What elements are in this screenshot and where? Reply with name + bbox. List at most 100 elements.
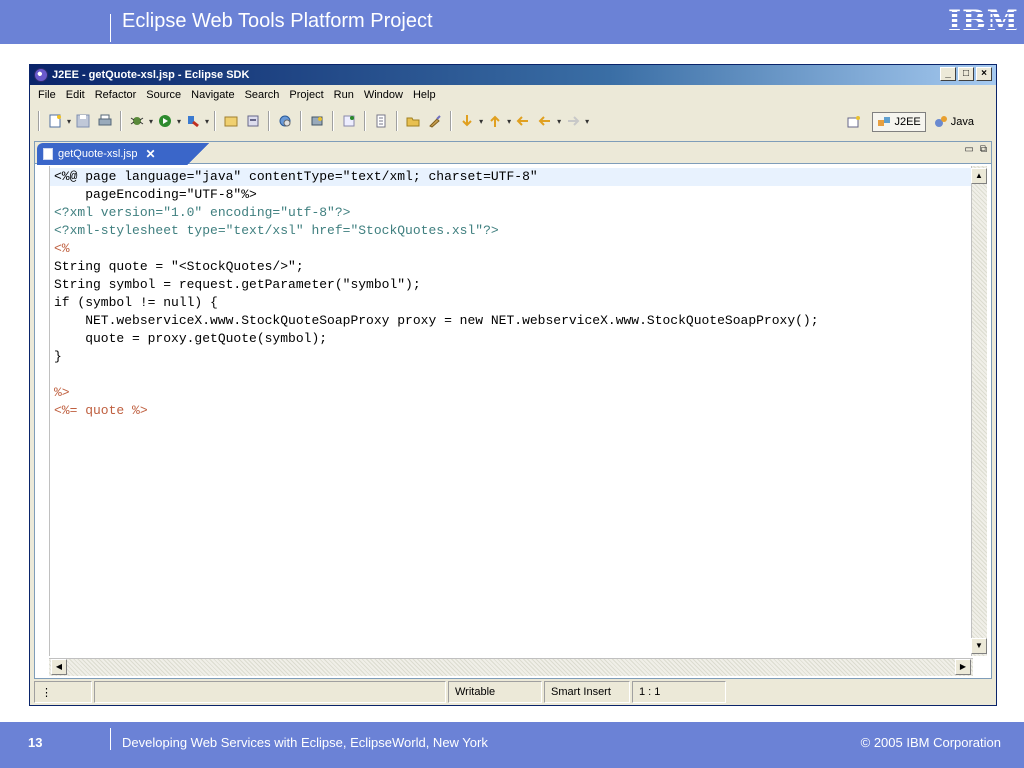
print-icon[interactable] <box>97 113 113 129</box>
previous-annotation-dropdown-icon[interactable]: ▾ <box>507 117 511 126</box>
back-icon[interactable] <box>537 113 553 129</box>
new-icon[interactable] <box>47 113 63 129</box>
scroll-left-button[interactable]: ◀ <box>51 659 67 675</box>
status-writable: Writable <box>448 681 542 703</box>
open-type-icon[interactable] <box>373 113 389 129</box>
status-spacer <box>728 681 988 703</box>
debug-icon[interactable] <box>129 113 145 129</box>
new-class-icon[interactable] <box>341 113 357 129</box>
scroll-up-button[interactable]: ▲ <box>971 168 987 184</box>
code-line-11: } <box>54 349 62 364</box>
maximize-button[interactable]: □ <box>958 67 974 81</box>
close-button[interactable]: × <box>976 67 992 81</box>
menu-run[interactable]: Run <box>330 87 360 105</box>
editor-tab-getquote[interactable]: getQuote-xsl.jsp ✕ <box>37 143 187 165</box>
vertical-scrollbar[interactable]: ▲ ▼ <box>971 166 987 656</box>
status-fast-view[interactable]: ⋮ <box>34 681 92 703</box>
slide-footer: 13 Developing Web Services with Eclipse,… <box>0 722 1024 768</box>
new-module-icon[interactable] <box>245 113 261 129</box>
status-message <box>94 681 446 703</box>
minimize-view-icon[interactable]: ▭ <box>964 144 973 155</box>
forward-icon[interactable] <box>565 113 581 129</box>
minimize-button[interactable]: _ <box>940 67 956 81</box>
code-line-13: %> <box>54 385 70 400</box>
web-service-icon[interactable] <box>277 113 293 129</box>
code-line-8: if (symbol != null) { <box>54 295 218 310</box>
window-titlebar[interactable]: J2EE - getQuote-xsl.jsp - Eclipse SDK _ … <box>30 65 996 85</box>
menu-search[interactable]: Search <box>241 87 286 105</box>
vertical-ruler <box>35 166 49 656</box>
eclipse-icon <box>34 68 48 82</box>
menubar: File Edit Refactor Source Navigate Searc… <box>30 87 996 105</box>
menu-refactor[interactable]: Refactor <box>91 87 143 105</box>
run-dropdown-icon[interactable]: ▾ <box>177 117 181 126</box>
menu-navigate[interactable]: Navigate <box>187 87 240 105</box>
run-icon[interactable] <box>157 113 173 129</box>
footer-divider <box>110 728 111 750</box>
menu-window[interactable]: Window <box>360 87 409 105</box>
perspective-java-label: Java <box>950 116 974 128</box>
code-line-1-text: <%@ page language="java" contentType="te… <box>54 169 538 184</box>
status-cursor-position: 1 : 1 <box>632 681 726 703</box>
maximize-view-icon[interactable]: ⧉ <box>980 144 987 155</box>
code-line-7: String symbol = request.getParameter("sy… <box>54 277 421 292</box>
horizontal-scrollbar[interactable]: ◀ ▶ <box>49 658 973 676</box>
window-title: J2EE - getQuote-xsl.jsp - Eclipse SDK <box>52 69 250 81</box>
java-perspective-icon <box>934 116 947 127</box>
code-line-9: NET.webserviceX.www.StockQuoteSoapProxy … <box>54 313 819 328</box>
toolbar-separator <box>300 111 303 131</box>
next-annotation-icon[interactable] <box>459 113 475 129</box>
toolbar-separator <box>268 111 271 131</box>
menu-project[interactable]: Project <box>285 87 329 105</box>
next-annotation-dropdown-icon[interactable]: ▾ <box>479 117 483 126</box>
tab-close-icon[interactable]: ✕ <box>145 147 155 161</box>
external-tools-dropdown-icon[interactable]: ▾ <box>205 117 209 126</box>
code-line-1: <%@ page language="java" contentType="te… <box>50 168 972 186</box>
brush-icon[interactable] <box>427 113 443 129</box>
toolbar-separator <box>396 111 399 131</box>
toolbar-separator <box>332 111 335 131</box>
code-line-4: <?xml-stylesheet type="text/xsl" href="S… <box>54 223 499 238</box>
server-icon[interactable] <box>309 113 325 129</box>
code-editor[interactable]: <%@ page language="java" contentType="te… <box>49 166 975 656</box>
menu-help[interactable]: Help <box>409 87 442 105</box>
tab-curve <box>183 143 213 165</box>
code-line-5: <% <box>54 241 70 256</box>
status-insert-mode: Smart Insert <box>544 681 630 703</box>
previous-annotation-icon[interactable] <box>487 113 503 129</box>
ibm-logo-text: IBM <box>948 4 1019 37</box>
open-folder-icon[interactable] <box>405 113 421 129</box>
header-divider <box>110 14 111 42</box>
perspective-java[interactable]: Java <box>930 113 978 131</box>
external-tools-icon[interactable] <box>185 113 201 129</box>
editor-tab-label: getQuote-xsl.jsp <box>58 148 138 160</box>
footer-caption: Developing Web Services with Eclipse, Ec… <box>122 735 488 750</box>
eclipse-window: J2EE - getQuote-xsl.jsp - Eclipse SDK _ … <box>29 64 997 706</box>
scroll-right-button[interactable]: ▶ <box>955 659 971 675</box>
last-edit-icon[interactable] <box>515 113 531 129</box>
window-controls: _ □ × <box>940 67 992 81</box>
editor-frame: getQuote-xsl.jsp ✕ ▭ ⧉ <%@ page language… <box>34 141 992 679</box>
menu-source[interactable]: Source <box>142 87 187 105</box>
new-dropdown-icon[interactable]: ▾ <box>67 117 71 126</box>
open-perspective-icon <box>847 116 861 128</box>
back-dropdown-icon[interactable]: ▾ <box>557 117 561 126</box>
forward-dropdown-icon[interactable]: ▾ <box>585 117 589 126</box>
open-perspective-button[interactable] <box>843 113 868 131</box>
code-line-14: <%= quote %> <box>54 403 148 418</box>
slide-title: Eclipse Web Tools Platform Project <box>122 10 433 32</box>
perspective-j2ee-label: J2EE <box>894 116 921 128</box>
toolbar-separator <box>214 111 217 131</box>
toolbar-separator <box>120 111 123 131</box>
menu-edit[interactable]: Edit <box>62 87 91 105</box>
editor-view-controls: ▭ ⧉ <box>964 144 987 155</box>
copyright: © 2005 IBM Corporation <box>860 735 1001 750</box>
new-project-icon[interactable] <box>223 113 239 129</box>
toolbar-separator <box>450 111 453 131</box>
save-icon[interactable] <box>75 113 91 129</box>
scroll-down-button[interactable]: ▼ <box>971 638 987 654</box>
perspective-j2ee[interactable]: J2EE <box>872 112 926 132</box>
debug-dropdown-icon[interactable]: ▾ <box>149 117 153 126</box>
toolbar-separator <box>38 111 40 131</box>
menu-file[interactable]: File <box>34 87 62 105</box>
